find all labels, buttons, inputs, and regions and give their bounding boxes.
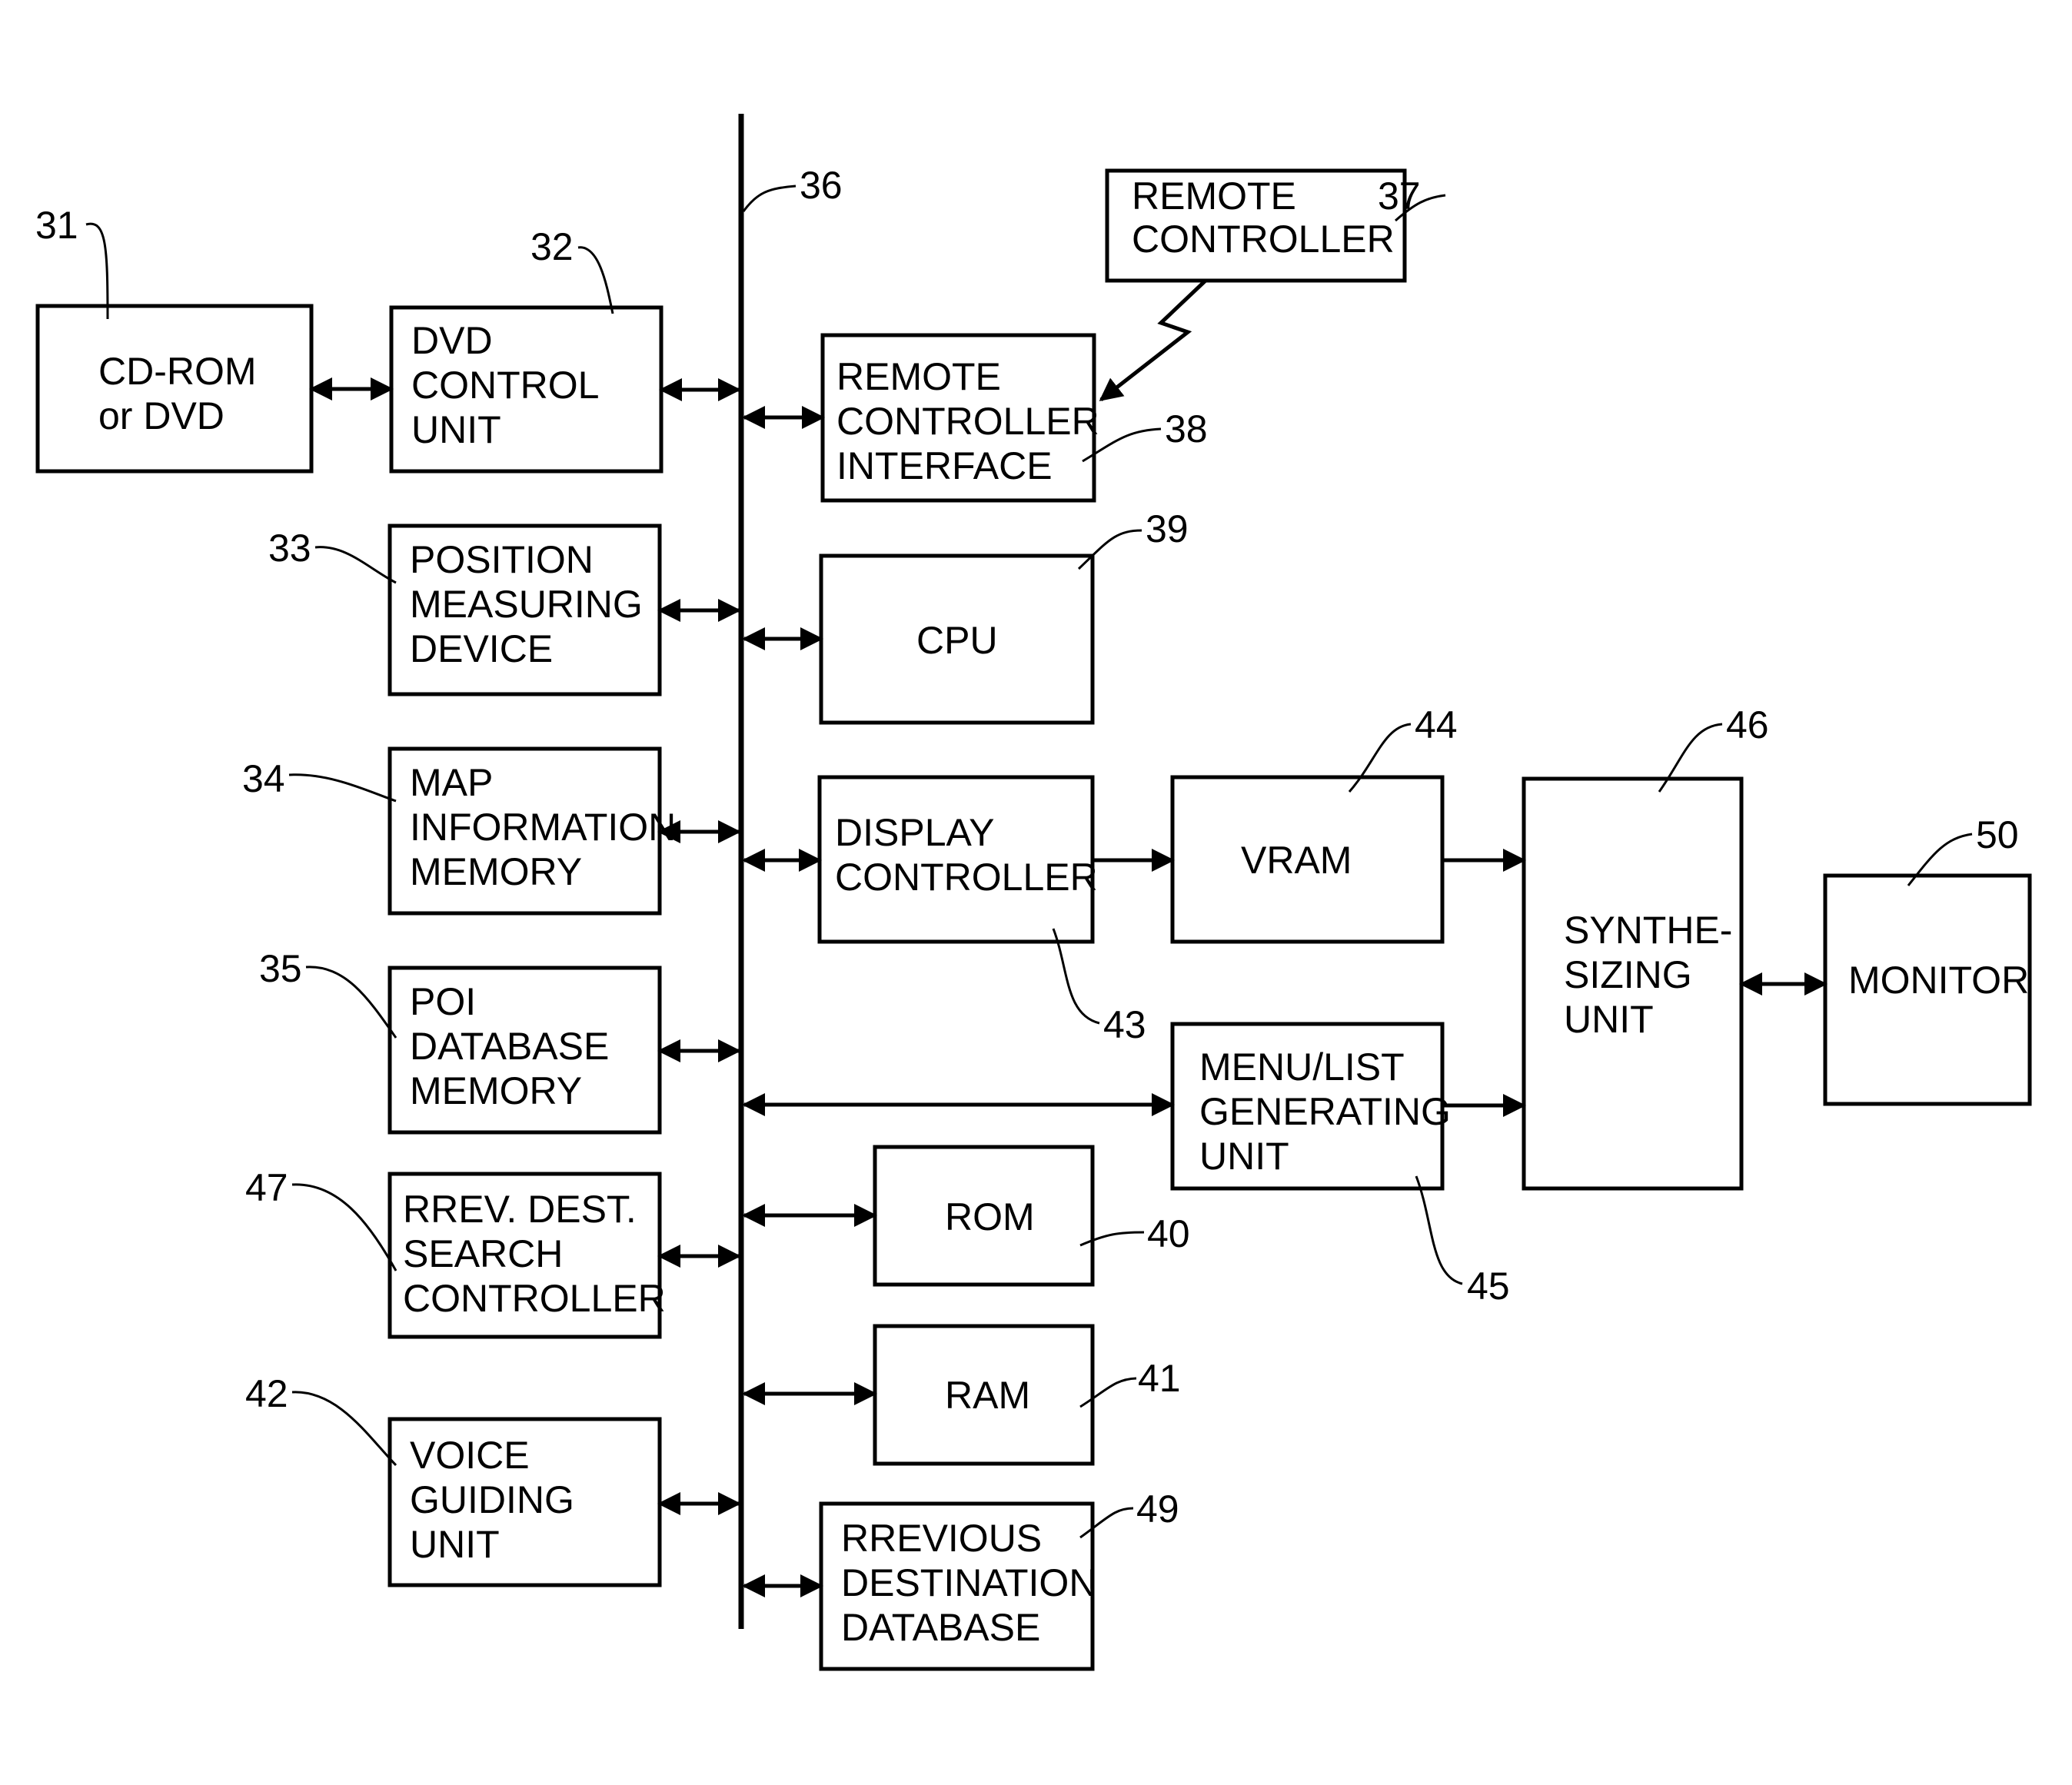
block-label-line: CONTROLLER	[835, 856, 1098, 899]
block-label-line: DESTINATION	[841, 1561, 1096, 1604]
ref-label-31: 31	[35, 204, 78, 247]
block-38: REMOTECONTROLLERINTERFACE	[820, 333, 1099, 503]
ref-label-33: 33	[268, 527, 311, 570]
block-label-line: MONITOR	[1848, 959, 2029, 1002]
leader-line-35	[305, 966, 397, 1039]
block-label-line: CONTROLLER	[403, 1277, 666, 1320]
block-49: RREVIOUSDESTINATIONDATABASE	[819, 1501, 1096, 1671]
block-label-line: CONTROL	[411, 364, 599, 407]
block-40: ROM	[873, 1145, 1095, 1287]
block-label-line: UNIT	[1199, 1135, 1289, 1178]
ref-label-35: 35	[259, 947, 302, 990]
block-label-line: POI	[410, 980, 476, 1023]
block-label-line: MEMORY	[410, 1069, 582, 1112]
ref-label-43: 43	[1103, 1003, 1146, 1046]
ref-label-44: 44	[1415, 703, 1458, 746]
ref-label-38: 38	[1165, 407, 1208, 450]
block-label-line: CPU	[916, 619, 998, 662]
block-42: VOICEGUIDINGUNIT	[387, 1417, 662, 1587]
block-label-line: UNIT	[1564, 998, 1654, 1041]
block-diagram: 36 CD-ROMor DVDDVDCONTROLUNITPOSITIONMEA…	[35, 114, 2032, 1671]
block-31: CD-ROMor DVD	[35, 304, 314, 474]
leader-line-32	[577, 246, 614, 314]
block-46: SYNTHE-SIZINGUNIT	[1522, 776, 1744, 1191]
block-label-line: INTERFACE	[836, 444, 1053, 487]
ref-label-36: 36	[800, 164, 843, 207]
block-label-line: RREVIOUS	[841, 1517, 1042, 1560]
block-label-line: MAP	[410, 761, 493, 804]
ref-label-39: 39	[1146, 507, 1189, 550]
leader-line-47	[291, 1183, 397, 1271]
block-34: MAPINFORMATIONMEMORY	[387, 746, 676, 916]
ref-label-45: 45	[1467, 1265, 1510, 1308]
block-50: MONITOR	[1823, 873, 2032, 1106]
block-39: CPU	[819, 553, 1095, 725]
block-label-line: GUIDING	[410, 1478, 574, 1521]
block-label-line: UNIT	[410, 1523, 500, 1566]
block-label-line: REMOTE	[836, 355, 1001, 398]
block-32: DVDCONTROLUNIT	[389, 305, 664, 474]
leader-line-45	[1415, 1175, 1463, 1285]
bus-leader-line	[742, 184, 797, 212]
ref-label-34: 34	[242, 757, 285, 800]
block-label-line: VRAM	[1241, 839, 1352, 882]
block-label-line: DISPLAY	[835, 811, 995, 854]
ref-label-42: 42	[245, 1372, 288, 1415]
block-37: REMOTECONTROLLER	[1105, 168, 1407, 283]
ref-label-47: 47	[245, 1166, 288, 1209]
leader-line-42	[291, 1391, 397, 1467]
block-35: POIDATABASEMEMORY	[387, 966, 662, 1135]
block-label-line: DATABASE	[841, 1606, 1040, 1649]
leader-line-34	[288, 773, 397, 803]
ref-label-32: 32	[530, 225, 574, 268]
block-label-line: MEMORY	[410, 850, 582, 893]
block-label-line: RAM	[945, 1374, 1030, 1417]
block-label-line: or DVD	[98, 394, 224, 437]
block-label-line: CONTROLLER	[1132, 218, 1395, 261]
ref-label-49: 49	[1136, 1488, 1179, 1531]
block-47: RREV. DEST.SEARCHCONTROLLER	[387, 1172, 666, 1339]
block-41: RAM	[873, 1324, 1095, 1466]
block-label-line: CD-ROM	[98, 350, 257, 393]
block-label-line: UNIT	[411, 408, 501, 451]
block-33: POSITIONMEASURINGDEVICE	[387, 524, 662, 696]
block-43: DISPLAYCONTROLLER	[817, 775, 1098, 944]
block-label-line: INFORMATION	[410, 806, 676, 849]
leader-line-33	[314, 546, 397, 584]
block-45: MENU/LISTGENERATINGUNIT	[1170, 1022, 1451, 1191]
block-label-line: ROM	[945, 1195, 1035, 1238]
ref-label-50: 50	[1976, 813, 2019, 856]
block-label-line: RREV. DEST.	[403, 1188, 637, 1231]
ref-label-37: 37	[1378, 175, 1421, 218]
ref-label-46: 46	[1726, 703, 1769, 746]
block-44: VRAM	[1170, 775, 1445, 944]
block-label-line: SEARCH	[403, 1232, 563, 1275]
ref-label-41: 41	[1138, 1357, 1181, 1400]
block-label-line: VOICE	[410, 1434, 530, 1477]
block-label-line: SIZING	[1564, 953, 1692, 996]
block-label-line: DEVICE	[410, 627, 553, 670]
block-label-line: MEASURING	[410, 583, 643, 626]
wireless-link-37-38	[1099, 279, 1207, 401]
block-label-line: REMOTE	[1132, 175, 1296, 218]
block-label-line: SYNTHE-	[1564, 909, 1732, 952]
ref-label-40: 40	[1147, 1212, 1190, 1255]
block-label-line: GENERATING	[1199, 1090, 1451, 1133]
block-label-line: DATABASE	[410, 1025, 609, 1068]
block-label-line: DVD	[411, 319, 493, 362]
block-label-line: MENU/LIST	[1199, 1045, 1405, 1089]
block-label-line: CONTROLLER	[836, 400, 1099, 443]
block-label-line: POSITION	[410, 538, 594, 581]
